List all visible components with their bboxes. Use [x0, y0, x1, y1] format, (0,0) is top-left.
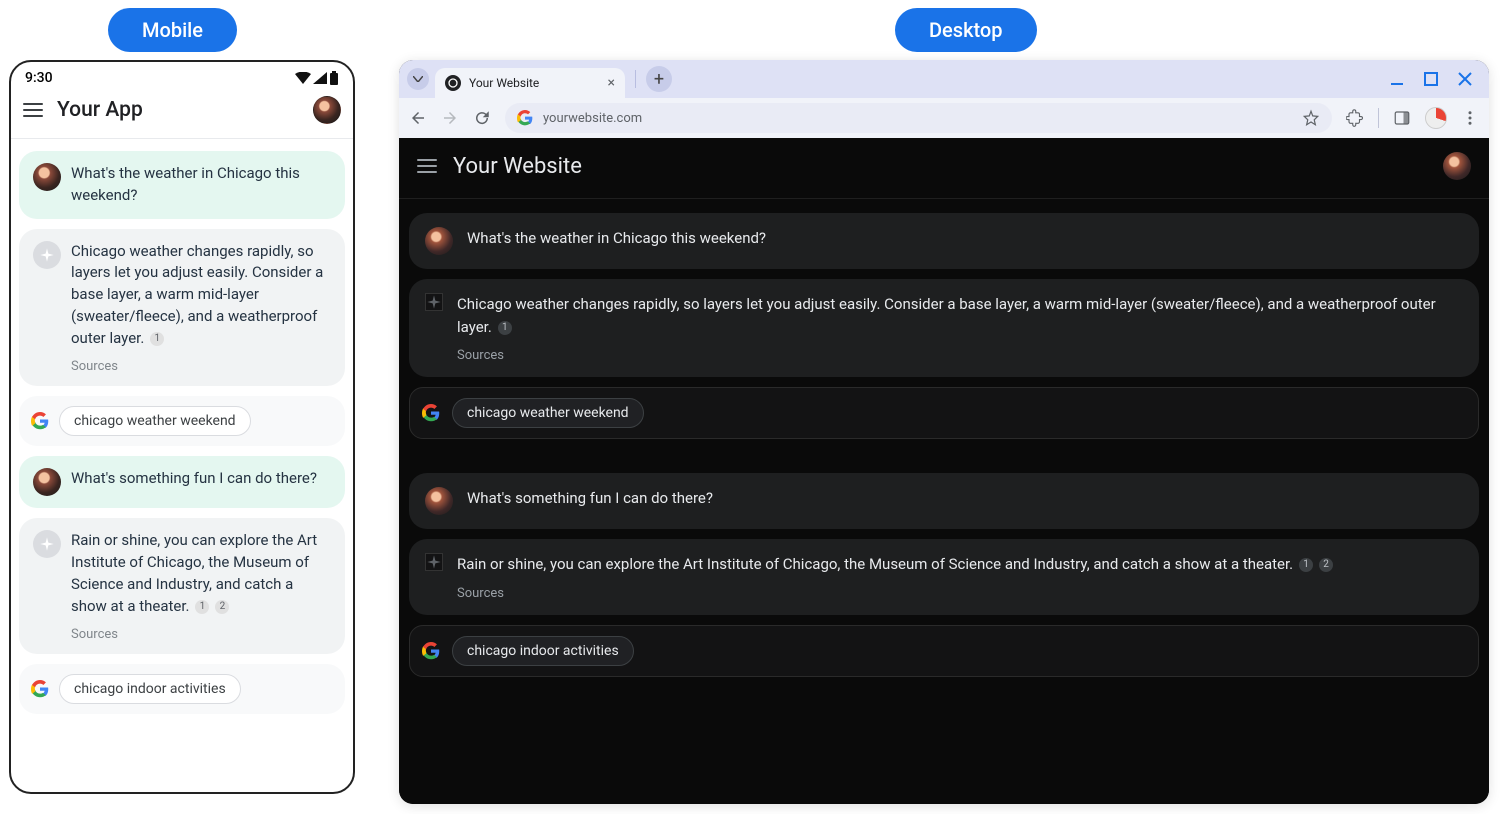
user-message: What's the weather in Chicago this weeke… [409, 213, 1479, 269]
status-bar: 9:30 [11, 62, 353, 90]
google-logo-icon [422, 404, 440, 422]
ai-message: Rain or shine, you can explore the Art I… [19, 518, 345, 654]
profile-avatar[interactable] [1443, 152, 1471, 180]
search-suggestion-row: chicago indoor activities [409, 625, 1479, 677]
minimize-icon[interactable] [1389, 71, 1405, 87]
sparkle-icon [426, 554, 442, 570]
message-text: What's the weather in Chicago this weeke… [467, 227, 1463, 250]
citation-badge[interactable]: 2 [215, 600, 229, 614]
user-avatar [425, 487, 453, 515]
close-icon[interactable] [1457, 71, 1473, 87]
site-title: Your Website [453, 154, 1427, 179]
kebab-menu-icon[interactable] [1461, 109, 1479, 127]
mobile-app-bar: Your App [11, 90, 353, 139]
citation-badge[interactable]: 1 [150, 332, 164, 346]
divider [635, 70, 636, 88]
sparkle-icon [39, 536, 55, 552]
search-suggestion-row: chicago indoor activities [19, 664, 345, 714]
message-text: Rain or shine, you can explore the Art I… [71, 531, 317, 614]
user-message: What's the weather in Chicago this weeke… [19, 151, 345, 219]
menu-icon[interactable] [23, 103, 43, 117]
maximize-icon[interactable] [1423, 71, 1439, 87]
wifi-icon [295, 72, 311, 84]
sparkle-icon [426, 294, 442, 310]
ai-message: Rain or shine, you can explore the Art I… [409, 539, 1479, 615]
status-time: 9:30 [25, 70, 53, 86]
message-text: What's something fun I can do there? [71, 468, 317, 490]
citation-badge[interactable]: 1 [1299, 558, 1313, 572]
ai-message: Chicago weather changes rapidly, so laye… [409, 279, 1479, 377]
tab-favicon-icon [445, 75, 461, 91]
desktop-chat: What's the weather in Chicago this weeke… [399, 199, 1489, 691]
user-message: What's something fun I can do there? [19, 456, 345, 508]
ai-avatar [425, 293, 443, 311]
profile-badge[interactable] [1425, 107, 1447, 129]
user-message: What's something fun I can do there? [409, 473, 1479, 529]
bookmark-icon[interactable] [1302, 109, 1320, 127]
search-chip[interactable]: chicago indoor activities [59, 674, 241, 704]
reload-icon[interactable] [473, 109, 491, 127]
tab-search-button[interactable] [407, 68, 429, 90]
app-title: Your App [57, 98, 299, 122]
profile-avatar[interactable] [313, 96, 341, 124]
message-text: What's something fun I can do there? [467, 487, 1463, 510]
message-text: Rain or shine, you can explore the Art I… [457, 555, 1293, 573]
message-text: Chicago weather changes rapidly, so laye… [457, 295, 1436, 336]
message-text: What's the weather in Chicago this weeke… [71, 163, 331, 207]
message-text: Chicago weather changes rapidly, so laye… [71, 242, 323, 347]
browser-toolbar: yourwebsite.com [399, 98, 1489, 138]
signal-icon [313, 72, 327, 84]
forward-icon[interactable] [441, 109, 459, 127]
sources-label[interactable]: Sources [457, 586, 1463, 601]
close-tab-icon[interactable]: × [608, 75, 615, 91]
site-app-bar: Your Website [399, 138, 1489, 199]
extensions-icon[interactable] [1346, 109, 1364, 127]
mobile-chat: What's the weather in Chicago this weeke… [11, 139, 353, 726]
search-suggestion-row: chicago weather weekend [409, 387, 1479, 439]
citation-badge[interactable]: 2 [1319, 558, 1333, 572]
sparkle-icon [39, 247, 55, 263]
desktop-frame: Your Website × + yourwebsite.com [399, 60, 1489, 804]
citation-badge[interactable]: 1 [195, 600, 209, 614]
menu-icon[interactable] [417, 159, 437, 173]
search-chip[interactable]: chicago weather weekend [59, 406, 251, 436]
side-panel-icon[interactable] [1393, 109, 1411, 127]
mobile-frame: 9:30 Your App What's the weather in Chic… [9, 60, 355, 794]
ai-message: Chicago weather changes rapidly, so laye… [19, 229, 345, 387]
sources-label[interactable]: Sources [71, 627, 331, 642]
sources-label[interactable]: Sources [71, 359, 331, 374]
google-logo-icon [31, 680, 49, 698]
desktop-label: Desktop [895, 8, 1037, 52]
divider [1378, 108, 1379, 128]
google-logo-icon [31, 412, 49, 430]
mobile-label: Mobile [108, 8, 237, 52]
ai-avatar [425, 553, 443, 571]
browser-tab-strip: Your Website × + [399, 60, 1489, 98]
ai-avatar [33, 241, 61, 269]
back-icon[interactable] [409, 109, 427, 127]
user-avatar [33, 468, 61, 496]
search-chip[interactable]: chicago weather weekend [452, 398, 644, 428]
google-logo-icon [422, 642, 440, 660]
user-avatar [425, 227, 453, 255]
user-avatar [33, 163, 61, 191]
sources-label[interactable]: Sources [457, 348, 1463, 363]
citation-badge[interactable]: 1 [498, 321, 512, 335]
address-bar[interactable]: yourwebsite.com [505, 103, 1332, 133]
ai-avatar [33, 530, 61, 558]
battery-icon [329, 71, 339, 85]
new-tab-button[interactable]: + [646, 66, 672, 92]
site-info-icon[interactable] [517, 110, 533, 126]
tab-title: Your Website [469, 76, 600, 90]
search-suggestion-row: chicago weather weekend [19, 396, 345, 446]
browser-tab[interactable]: Your Website × [435, 68, 625, 98]
search-chip[interactable]: chicago indoor activities [452, 636, 634, 666]
site-viewport: Your Website What's the weather in Chica… [399, 138, 1489, 804]
url-text: yourwebsite.com [543, 111, 1292, 126]
